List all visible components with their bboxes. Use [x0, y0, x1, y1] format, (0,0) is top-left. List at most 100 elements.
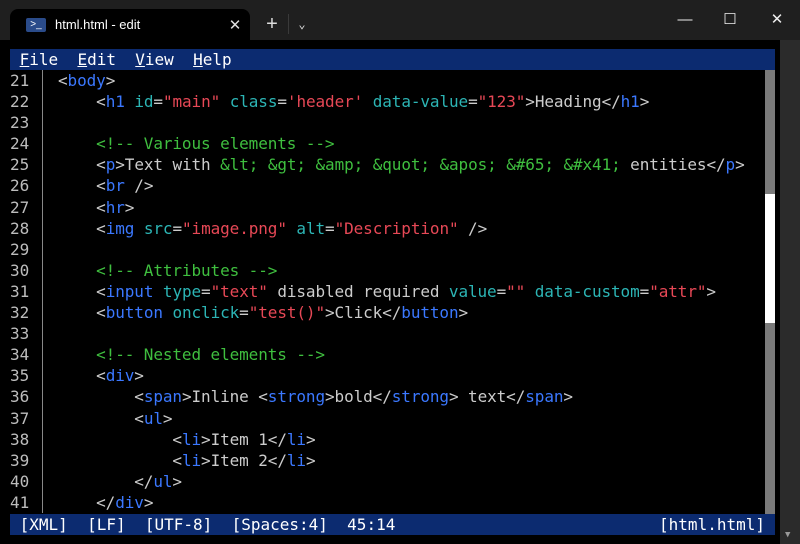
code-line: 31 <input type="text" disabled required …	[10, 281, 765, 302]
token-punctuation: <	[96, 176, 106, 195]
line-number: 23	[10, 112, 38, 133]
tab-dropdown-button[interactable]: ⌄	[292, 12, 312, 36]
token-attribute-name: class	[230, 92, 278, 111]
token-attribute-name: src	[144, 219, 173, 238]
token-punctuation: <	[96, 366, 106, 385]
token-text	[58, 366, 96, 385]
code-line: 40 </ul>	[10, 471, 765, 492]
line-content: <hr>	[58, 197, 134, 218]
token-tag-name: h1	[106, 92, 125, 111]
title-bar: >_ html.html - edit ✕ + ⌄ — ☐ ✕	[0, 0, 800, 40]
token-tag-name: p	[106, 155, 116, 174]
close-button[interactable]: ✕	[762, 8, 792, 32]
token-text: Text with	[125, 155, 220, 174]
token-punctuation: >	[163, 409, 173, 428]
token-tag-name: hr	[106, 198, 125, 217]
new-tab-button[interactable]: +	[258, 12, 286, 36]
line-content: <body>	[58, 70, 115, 91]
token-text	[58, 472, 134, 491]
gutter-divider	[42, 281, 43, 302]
token-entity: &gt;	[268, 155, 306, 174]
token-punctuation: >	[115, 155, 125, 174]
code-line: 35 <div>	[10, 365, 765, 386]
token-punctuation: <	[134, 387, 144, 406]
scrollbar-thumb[interactable]	[765, 194, 775, 323]
token-punctuation: =	[153, 92, 163, 111]
token-punctuation: >	[706, 282, 716, 301]
token-entity: &#x41;	[563, 155, 620, 174]
token-text	[258, 155, 268, 174]
token-text	[58, 219, 96, 238]
gutter-divider	[42, 197, 43, 218]
token-entity: &lt;	[220, 155, 258, 174]
token-tag-name: li	[287, 430, 306, 449]
menu-help[interactable]: Help	[193, 49, 232, 70]
token-text	[58, 92, 96, 111]
menu-file[interactable]: File	[20, 49, 59, 70]
token-punctuation: <	[96, 219, 106, 238]
menu-view[interactable]: View	[135, 49, 174, 70]
token-comment: <!-- Various elements -->	[96, 134, 334, 153]
maximize-button[interactable]: ☐	[715, 8, 745, 32]
token-attribute-value: ""	[506, 282, 525, 301]
status-indentation[interactable]: [Spaces:4]	[232, 515, 328, 534]
token-text	[58, 345, 96, 364]
token-punctuation: <	[96, 303, 106, 322]
token-tag-name: div	[115, 493, 144, 512]
code-line: 41 </div>	[10, 492, 765, 513]
minimize-button[interactable]: —	[670, 8, 700, 32]
status-line-ending[interactable]: [LF]	[87, 515, 126, 534]
token-tag-name: div	[106, 366, 135, 385]
status-language[interactable]: [XML]	[20, 515, 68, 534]
code-editor[interactable]: 21<body>22 <h1 id="main" class='header' …	[10, 70, 765, 514]
line-content: <li>Item 1</li>	[58, 429, 315, 450]
token-tag-name: li	[287, 451, 306, 470]
token-entity: &apos;	[439, 155, 496, 174]
status-encoding[interactable]: [UTF-8]	[145, 515, 212, 534]
editor-scrollbar[interactable]	[765, 70, 775, 514]
token-punctuation: =	[468, 92, 478, 111]
line-content: <img src="image.png" alt="Description" /…	[58, 218, 487, 239]
token-text: Item 2	[211, 451, 268, 470]
status-cursor-position: 45:14	[347, 515, 395, 534]
line-number: 41	[10, 492, 38, 513]
token-punctuation: >	[106, 71, 116, 90]
gutter-divider	[42, 302, 43, 323]
gutter-divider	[42, 365, 43, 386]
gutter-divider	[42, 323, 43, 344]
line-number: 26	[10, 175, 38, 196]
gutter-divider	[42, 70, 43, 91]
token-punctuation: <	[96, 282, 106, 301]
token-attribute-value: "main"	[163, 92, 220, 111]
menu-view-key: V	[135, 50, 145, 69]
code-line: 27 <hr>	[10, 197, 765, 218]
powershell-icon: >_	[26, 18, 46, 32]
token-punctuation: =	[172, 219, 182, 238]
scroll-down-arrow-icon[interactable]: ▼	[785, 530, 790, 540]
token-punctuation: >	[735, 155, 745, 174]
token-attribute-name: data-custom	[535, 282, 640, 301]
token-punctuation: >	[306, 430, 316, 449]
code-line: 25 <p>Text with &lt; &gt; &amp; &quot; &…	[10, 154, 765, 175]
gutter-divider	[42, 91, 43, 112]
token-punctuation: <	[96, 155, 106, 174]
code-line: 37 <ul>	[10, 408, 765, 429]
token-tag-name: span	[525, 387, 563, 406]
code-line: 30 <!-- Attributes -->	[10, 260, 765, 281]
token-text	[220, 92, 230, 111]
line-content: <!-- Nested elements -->	[58, 344, 325, 365]
menu-edit[interactable]: Edit	[77, 49, 116, 70]
token-text: Inline	[192, 387, 259, 406]
terminal-tab[interactable]: >_ html.html - edit ✕	[10, 9, 250, 40]
gutter-divider	[42, 154, 43, 175]
line-number: 40	[10, 471, 38, 492]
tab-close-button[interactable]: ✕	[220, 16, 250, 34]
token-comment: <!-- Attributes -->	[96, 261, 277, 280]
token-tag-name: li	[182, 451, 201, 470]
token-entity: &quot;	[373, 155, 430, 174]
line-number: 25	[10, 154, 38, 175]
window-scrollbar[interactable]: ▼	[780, 40, 800, 544]
token-text	[58, 134, 96, 153]
code-line: 38 <li>Item 1</li>	[10, 429, 765, 450]
line-content: <!-- Various elements -->	[58, 133, 334, 154]
